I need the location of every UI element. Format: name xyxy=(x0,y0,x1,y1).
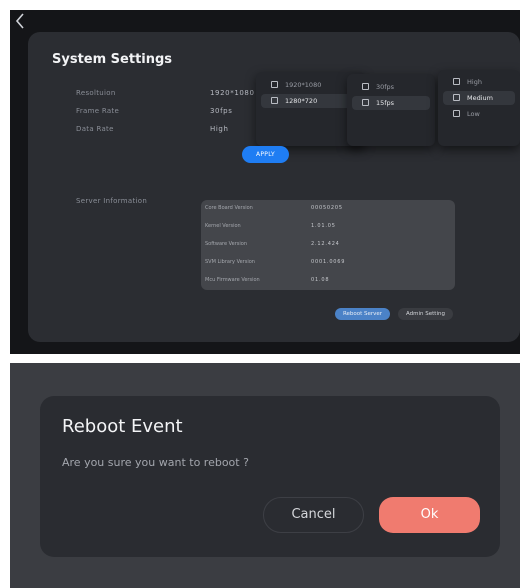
checkbox-icon xyxy=(453,109,460,117)
dialog-title: Reboot Event xyxy=(62,416,183,437)
info-key: Software Version xyxy=(205,241,248,247)
apply-button[interactable]: APPLY xyxy=(242,146,289,163)
checkbox-icon xyxy=(362,82,369,90)
field-label-frame-rate: Frame Rate xyxy=(76,107,120,115)
settings-panel: System Settings Resoltuion 1920*1080 Fra… xyxy=(28,32,520,342)
info-value: 1.01.05 xyxy=(311,223,336,229)
system-settings-screen: System Settings Resoltuion 1920*1080 Fra… xyxy=(10,10,520,354)
checkbox-icon xyxy=(271,80,278,88)
resolution-option[interactable]: 1920*1080 xyxy=(261,78,359,92)
checkbox-icon xyxy=(453,77,460,85)
frame-rate-option[interactable]: 15fps xyxy=(352,96,430,110)
info-value: 01.08 xyxy=(311,277,330,283)
ok-button[interactable]: Ok xyxy=(379,497,480,533)
reboot-dialog-screen: Reboot Event Are you sure you want to re… xyxy=(10,363,520,588)
data-rate-dropdown: High Medium Low xyxy=(438,70,520,146)
cancel-button[interactable]: Cancel xyxy=(263,497,364,533)
server-info-table: Core Board Version 00050205 Kernel Versi… xyxy=(201,200,455,290)
info-key: SVM Library Version xyxy=(205,259,255,265)
dialog-message: Are you sure you want to reboot ? xyxy=(62,456,249,469)
info-value: 00050205 xyxy=(311,205,343,211)
data-rate-option[interactable]: High xyxy=(443,75,515,89)
chevron-left-icon[interactable] xyxy=(14,12,30,34)
field-label-data-rate: Data Rate xyxy=(76,125,114,133)
data-rate-option[interactable]: Low xyxy=(443,107,515,121)
reboot-server-button[interactable]: Reboot Server xyxy=(335,308,390,320)
frame-rate-option[interactable]: 30fps xyxy=(352,80,430,94)
field-label-resolution: Resoltuion xyxy=(76,89,116,97)
admin-setting-button[interactable]: Admin Setting xyxy=(398,308,453,320)
data-rate-option[interactable]: Medium xyxy=(443,91,515,105)
field-value-resolution[interactable]: 1920*1080 xyxy=(210,89,255,97)
field-value-data-rate[interactable]: High xyxy=(210,125,229,133)
info-key: Mcu Firmware Version xyxy=(205,277,260,283)
info-value: 2.12.424 xyxy=(311,241,340,247)
server-information-label: Server Information xyxy=(76,197,148,205)
field-value-frame-rate[interactable]: 30fps xyxy=(210,107,232,115)
frame-rate-dropdown: 30fps 15fps xyxy=(347,74,435,146)
resolution-option[interactable]: 1280*720 xyxy=(261,94,359,108)
page-title: System Settings xyxy=(52,52,173,67)
reboot-dialog: Reboot Event Are you sure you want to re… xyxy=(40,396,500,557)
checkbox-icon xyxy=(362,98,369,106)
checkbox-icon xyxy=(453,93,460,101)
info-key: Kernel Version xyxy=(205,223,241,229)
info-key: Core Board Version xyxy=(205,205,253,211)
info-value: 0001.0069 xyxy=(311,259,346,265)
checkbox-icon xyxy=(271,96,278,104)
